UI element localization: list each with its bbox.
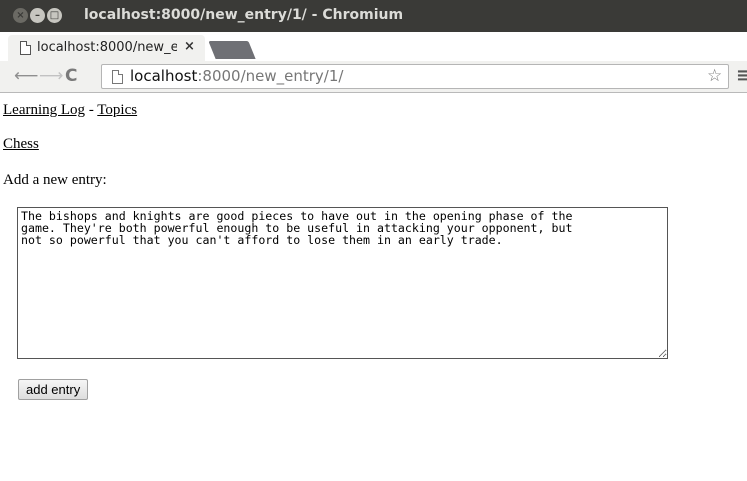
window-minimize-button[interactable]: –	[30, 8, 45, 23]
home-link[interactable]: Learning Log	[3, 102, 85, 118]
tab-close-icon[interactable]: ×	[184, 39, 195, 54]
menu-icon[interactable]: ≡	[736, 65, 747, 86]
header-separator: -	[85, 102, 98, 118]
reload-icon[interactable]: C	[65, 66, 77, 86]
address-url[interactable]: localhost:8000/new_entry/1/	[130, 67, 343, 85]
browser-tab[interactable]: localhost:8000/new_e ×	[8, 35, 205, 61]
topics-link[interactable]: Topics	[97, 102, 137, 118]
back-arrow-icon[interactable]: ⟵	[14, 66, 38, 86]
bookmark-star-icon[interactable]: ☆	[707, 66, 722, 86]
forward-arrow-icon[interactable]: ⟶	[39, 66, 63, 86]
page-content: Learning Log - Topics Chess Add a new en…	[0, 94, 747, 481]
new-tab-button[interactable]	[208, 41, 256, 59]
window-title-bar: × – □ localhost:8000/new_entry/1/ - Chro…	[0, 0, 747, 32]
url-host: localhost	[130, 67, 198, 85]
entry-text-input[interactable]: The bishops and knights are good pieces …	[17, 207, 668, 359]
add-entry-button[interactable]: add entry	[18, 379, 89, 400]
browser-toolbar: ⟵ ⟶ C localhost:8000/new_entry/1/ ☆ ≡	[0, 61, 747, 93]
address-bar[interactable]: localhost:8000/new_entry/1/ ☆	[101, 64, 729, 89]
topic-link[interactable]: Chess	[3, 136, 39, 152]
window-maximize-button[interactable]: □	[47, 8, 62, 23]
site-header: Learning Log - Topics	[3, 102, 137, 119]
page-icon	[20, 41, 31, 55]
form-label: Add a new entry:	[3, 172, 107, 188]
tab-title: localhost:8000/new_e	[37, 40, 177, 55]
topic-heading: Chess	[3, 136, 39, 153]
url-path: :8000/new_entry/1/	[197, 67, 344, 85]
window-title: localhost:8000/new_entry/1/ - Chromium	[84, 7, 404, 23]
window-close-button[interactable]: ×	[13, 8, 28, 23]
page-icon	[112, 70, 123, 84]
